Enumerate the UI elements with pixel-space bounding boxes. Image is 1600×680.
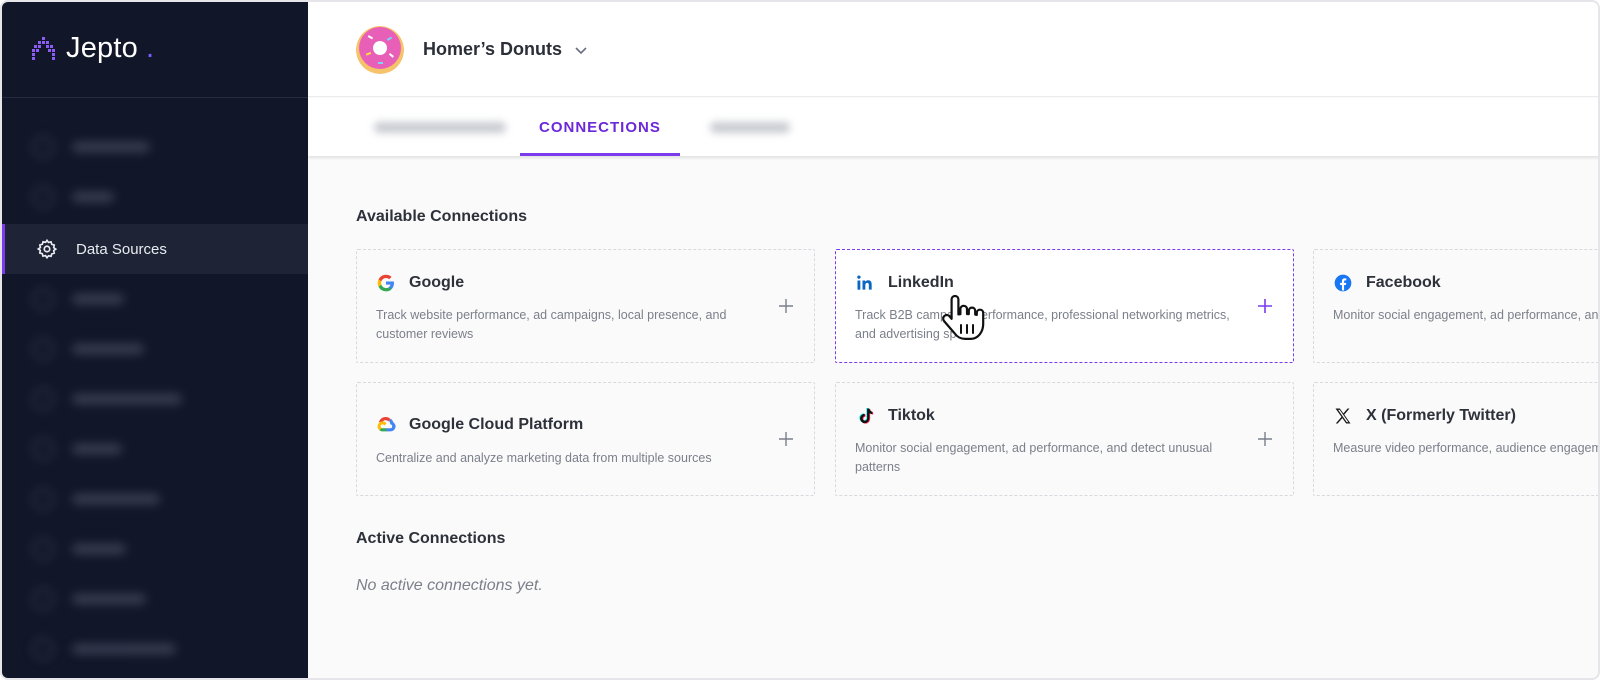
plus-icon[interactable] [1257,431,1273,447]
jepto-logo-icon [32,36,55,60]
card-description-text: Monitor social engagement, ad performanc… [1333,308,1599,322]
nav-icon [32,438,54,460]
connection-card-google[interactable]: Google Track website performance, ad cam… [356,249,815,363]
tab-bar: CONNECTIONS [308,98,1598,156]
brand-name: Jepto [66,32,138,64]
plus-icon[interactable] [1257,298,1273,314]
redacted-label [72,294,124,304]
nav-icon [32,588,54,610]
donut-avatar-icon[interactable] [356,26,404,74]
redacted-label [72,544,126,554]
sidebar-item-redacted[interactable] [2,524,308,574]
redacted-label [72,192,114,202]
top-header: Homer’s Donuts [308,2,1598,97]
card-description: Monitor social engagement, ad performanc… [855,441,1213,474]
plus-icon[interactable] [778,298,794,314]
chevron-down-icon[interactable] [573,42,589,58]
nav-icon [32,538,54,560]
card-title: Tiktok [888,407,935,424]
sidebar-item-redacted[interactable] [2,424,308,474]
connection-card-linkedin[interactable]: LinkedIn Track B2B campaign performance,… [835,249,1294,363]
sidebar-item-redacted[interactable] [2,274,308,324]
hand-cursor-icon [942,294,985,340]
redacted-label [72,594,146,604]
google-icon [377,274,394,292]
nav-icon [32,186,54,208]
card-description: Track B2B campaign performance, professi… [855,308,1230,341]
sidebar: Jepto. Data Sources [2,2,308,678]
google-cloud-icon [377,416,396,432]
card-description: Measure video performance, audience enga… [1333,439,1598,458]
nav-icon [32,288,54,310]
redacted-label [72,394,182,404]
sidebar-item-redacted[interactable] [2,374,308,424]
active-connections-heading: Active Connections [356,530,506,547]
card-title: LinkedIn [888,274,954,291]
org-name[interactable]: Homer’s Donuts [423,39,562,60]
tiktok-icon [859,408,874,424]
sidebar-item-redacted[interactable] [2,122,308,172]
sidebar-item-label: Data Sources [76,240,167,258]
redacted-label [72,494,160,504]
card-description: Monitor social engagement, ad performanc… [1333,306,1599,325]
redacted-label [710,121,790,133]
tab-redacted[interactable] [710,98,790,156]
tab-redacted[interactable] [374,98,506,156]
gear-icon [36,238,58,260]
nav-icon [32,488,54,510]
sidebar-item-redacted[interactable] [2,474,308,524]
app-window: Jepto. Data Sources Homer’s Donuts CONNE… [0,0,1600,680]
nav-icon [32,338,54,360]
card-title: Facebook [1366,274,1441,291]
sidebar-divider [2,97,308,98]
connection-card-facebook[interactable]: Facebook Monitor social engagement, ad p… [1313,249,1599,363]
brand-logo[interactable]: Jepto. [30,32,154,65]
facebook-icon [1334,274,1352,292]
card-title: X (Formerly Twitter) [1366,407,1516,424]
nav-icon [32,136,54,158]
connection-card-tiktok[interactable]: Tiktok Monitor social engagement, ad per… [835,382,1294,496]
nav-icon [32,388,54,410]
available-connections-heading: Available Connections [356,208,527,225]
redacted-label [374,121,506,133]
card-description-text: Measure video performance, audience enga… [1333,441,1598,455]
sidebar-item-redacted[interactable] [2,574,308,624]
brand-dot: . [145,32,155,64]
card-description: Centralize and analyze marketing data fr… [376,451,712,465]
sidebar-item-redacted[interactable] [2,172,308,222]
x-icon [1335,408,1351,424]
sidebar-item-redacted[interactable] [2,324,308,374]
sidebar-item-redacted[interactable] [2,624,308,674]
redacted-label [72,644,176,654]
tab-connections[interactable]: CONNECTIONS [520,98,680,156]
tab-label: CONNECTIONS [539,118,661,136]
connection-card-x[interactable]: X (Formerly Twitter) Measure video perfo… [1313,382,1598,496]
tab-active-indicator [520,153,680,156]
linkedin-icon [857,275,872,290]
nav-icon [32,638,54,660]
connection-card-google-cloud[interactable]: Google Cloud Platform Centralize and ana… [356,382,815,496]
empty-state-text: No active connections yet. [356,577,543,594]
redacted-label [72,142,150,152]
redacted-label [72,344,144,354]
sidebar-item-data-sources[interactable]: Data Sources [2,224,308,274]
card-description: Track website performance, ad campaigns,… [376,308,727,341]
redacted-label [72,444,122,454]
card-title: Google Cloud Platform [409,416,584,433]
card-title: Google [409,274,465,291]
plus-icon[interactable] [778,431,794,447]
